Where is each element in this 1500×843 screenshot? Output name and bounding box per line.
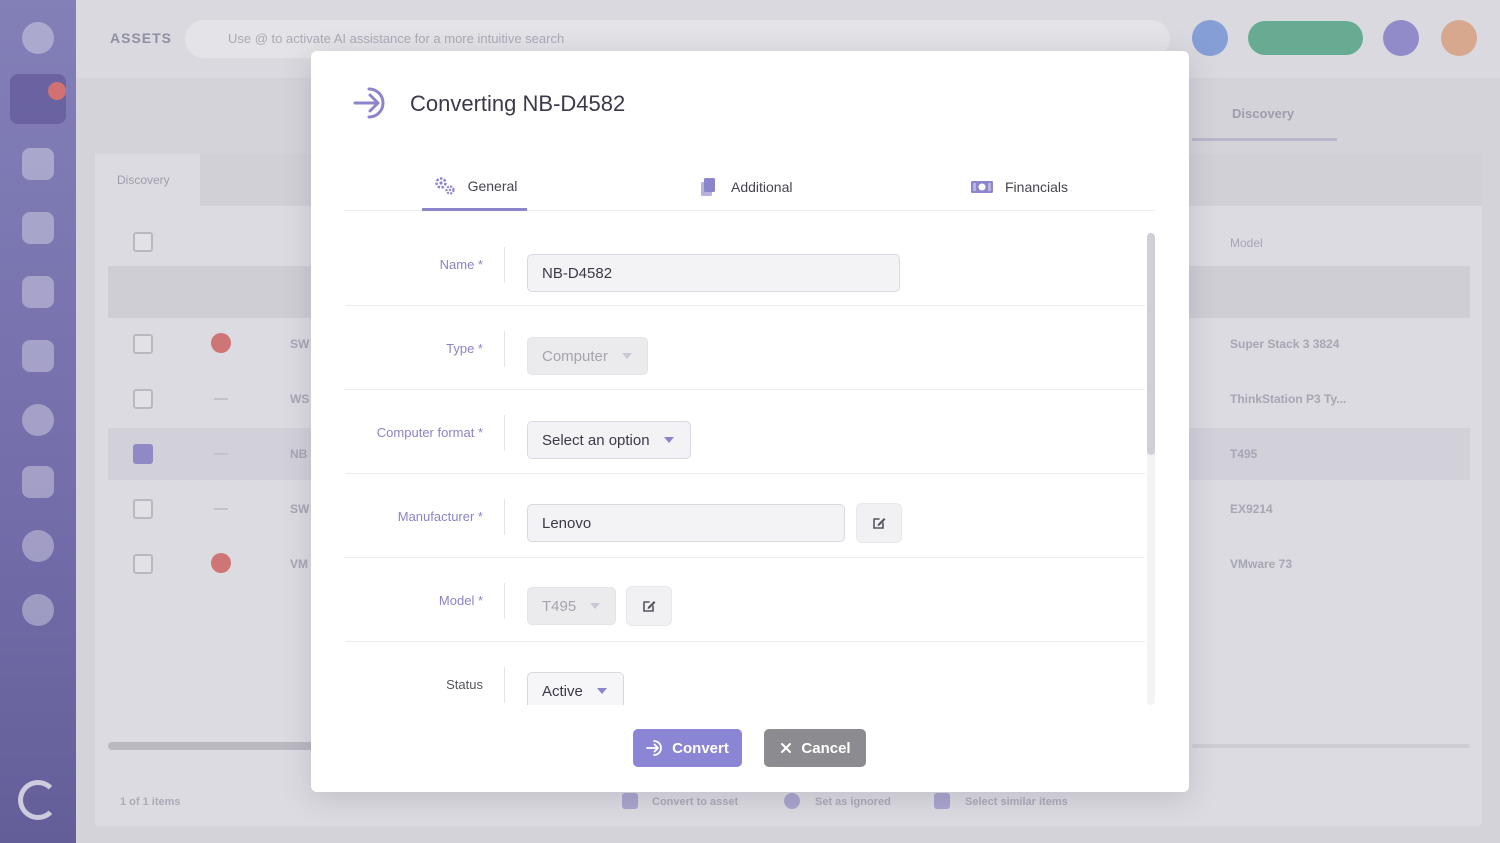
type-select[interactable]: Computer	[527, 337, 648, 375]
tab-financials[interactable]: Financials	[969, 163, 1068, 211]
status-value: Active	[542, 682, 583, 700]
general-form: Name * NB-D4582 Type * Computer Computer…	[345, 223, 1155, 705]
field-divider	[504, 499, 505, 535]
field-divider	[504, 667, 505, 703]
model-select[interactable]: T495	[527, 587, 616, 625]
manufacturer-input[interactable]: Lenovo	[527, 504, 845, 542]
edit-icon	[873, 518, 886, 529]
status-label: Status	[446, 676, 483, 692]
chevron-down-icon	[590, 603, 601, 609]
name-input[interactable]: NB-D4582	[527, 254, 900, 292]
dialog-tabs: General Additional Financials	[345, 163, 1155, 211]
chevron-down-icon	[596, 688, 607, 694]
gears-icon	[432, 176, 458, 196]
model-label: Model *	[438, 592, 483, 608]
type-label: Type *	[446, 340, 483, 356]
chevron-down-icon	[663, 437, 674, 443]
convert-dialog: Converting NB-D4582 General Additional F…	[311, 51, 1189, 792]
tab-general[interactable]: General	[422, 163, 527, 211]
dialog-title: Converting NB-D4582	[410, 91, 626, 116]
field-row-computer-format: Computer format * Select an option	[345, 391, 1145, 474]
money-icon	[969, 177, 995, 197]
type-value: Computer	[542, 347, 608, 365]
model-value: T495	[542, 597, 577, 615]
close-icon	[781, 743, 792, 753]
field-divider	[504, 247, 505, 283]
convert-button[interactable]: Convert	[633, 729, 742, 767]
convert-arrow-icon	[351, 83, 391, 123]
field-row-type: Type * Computer	[345, 307, 1145, 390]
field-row-name: Name * NB-D4582	[345, 223, 1145, 306]
tab-general-label: General	[467, 177, 518, 194]
manufacturer-label: Manufacturer *	[397, 508, 483, 524]
field-divider	[504, 331, 505, 367]
field-divider	[504, 583, 505, 619]
files-icon	[695, 177, 721, 197]
computer-format-label: Computer format *	[376, 424, 483, 440]
convert-arrow-icon	[646, 740, 663, 756]
field-row-status: Status Active	[345, 643, 1145, 705]
tab-financials-label: Financials	[1005, 179, 1069, 195]
form-scrollbar[interactable]	[1147, 233, 1155, 455]
chevron-down-icon	[621, 353, 632, 359]
computer-format-value: Select an option	[542, 431, 650, 449]
field-divider	[504, 415, 505, 451]
cancel-button[interactable]: Cancel	[764, 729, 866, 767]
status-select[interactable]: Active	[527, 672, 624, 705]
edit-icon	[643, 601, 656, 612]
field-row-model: Model * T495	[345, 559, 1145, 642]
field-row-manufacturer: Manufacturer * Lenovo	[345, 475, 1145, 558]
convert-label: Convert	[672, 739, 729, 757]
edit-manufacturer-button[interactable]	[856, 503, 902, 543]
edit-model-button[interactable]	[626, 586, 672, 626]
cancel-label: Cancel	[801, 739, 851, 757]
tab-additional[interactable]: Additional	[695, 163, 793, 211]
tab-additional-label: Additional	[731, 179, 793, 195]
computer-format-select[interactable]: Select an option	[527, 421, 691, 459]
name-label: Name *	[439, 256, 483, 272]
